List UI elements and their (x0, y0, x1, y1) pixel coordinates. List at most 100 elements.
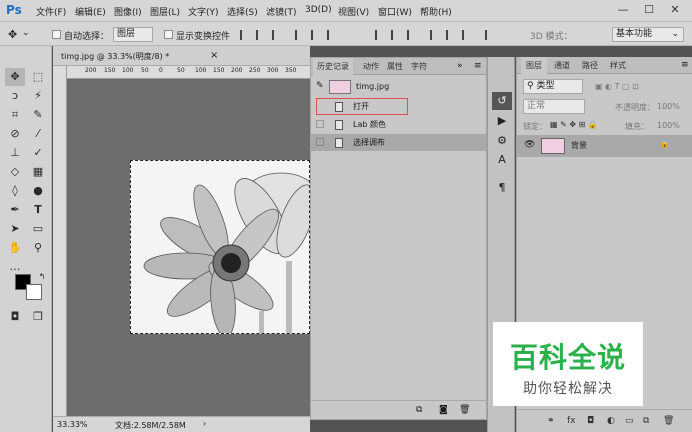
align-left-icon[interactable] (240, 30, 250, 40)
paragraph-dock-icon[interactable]: ¶ (492, 179, 512, 197)
lasso-tool-icon[interactable]: ↄ (5, 87, 25, 105)
new-layer-icon[interactable]: ⧉ (643, 416, 649, 426)
menu-view[interactable]: 视图(V) (338, 5, 369, 18)
restore-button[interactable]: ☐ (638, 2, 660, 18)
auto-select-dropdown[interactable]: 图层 (113, 27, 153, 42)
collapse-icon[interactable]: » (457, 61, 463, 71)
type-tool-icon[interactable]: T (28, 201, 48, 219)
crop-tool-icon[interactable]: ⌗ (5, 106, 25, 124)
brush-tool-icon[interactable]: ⁄ (28, 125, 48, 143)
magic-wand-icon[interactable]: ⚡ (28, 87, 48, 105)
distribute-bottom-icon[interactable] (407, 30, 417, 40)
zoom-level[interactable]: 33.33% (57, 420, 88, 429)
group-icon[interactable]: ▭ (625, 416, 634, 426)
workspace-dropdown[interactable]: 基本功能 ⌄ (612, 27, 684, 42)
menu-image[interactable]: 图像(I) (114, 5, 142, 18)
lock-icons[interactable]: ▦ ✎ ✥ ⊞ 🔒 (550, 120, 598, 129)
marquee-tool-icon[interactable]: ⬚ (28, 68, 48, 86)
character-dock-icon[interactable]: A (492, 151, 512, 169)
chevron-down-icon[interactable]: ⌄ (22, 28, 30, 38)
history-snapshot[interactable]: ✎ timg.jpg (311, 77, 486, 97)
path-selection-icon[interactable]: ➤ (5, 220, 25, 238)
tab-character[interactable]: 字符 (407, 58, 431, 75)
menu-type[interactable]: 文字(Y) (188, 5, 219, 18)
minimize-button[interactable]: — (612, 2, 634, 18)
trash-icon[interactable]: 🗑 (459, 405, 470, 415)
tab-layers[interactable]: 图层 (521, 57, 547, 74)
menu-edit[interactable]: 编辑(E) (75, 5, 106, 18)
fill-value[interactable]: 100% (657, 121, 680, 130)
distribute-left-icon[interactable] (430, 30, 440, 40)
auto-align-icon[interactable] (485, 30, 495, 40)
align-bottom-icon[interactable] (327, 30, 337, 40)
healing-brush-icon[interactable]: ⊘ (5, 125, 25, 143)
blend-mode-dropdown[interactable]: 正常 (523, 99, 585, 114)
eraser-tool-icon[interactable]: ◇ (5, 163, 25, 181)
history-row[interactable]: Lab 颜色 (311, 116, 486, 133)
menu-help[interactable]: 帮助(H) (420, 5, 452, 18)
close-icon[interactable]: × (210, 50, 218, 61)
distribute-middle-icon[interactable] (391, 30, 401, 40)
dodge-tool-icon[interactable]: ● (28, 182, 48, 200)
menu-select[interactable]: 选择(S) (227, 5, 258, 18)
history-checkbox[interactable] (316, 120, 324, 128)
mask-icon[interactable]: ◘ (587, 416, 594, 426)
zoom-tool-icon[interactable]: ⚲ (28, 239, 48, 257)
trash-icon[interactable]: 🗑 (663, 416, 674, 426)
fx-icon[interactable]: fx (567, 416, 576, 426)
properties-dock-icon[interactable]: ⚙ (492, 132, 512, 150)
pen-tool-icon[interactable]: ✒ (5, 201, 25, 219)
layer-filter-dropdown[interactable]: ⚲ 类型 (523, 79, 583, 94)
tab-actions[interactable]: 动作 (359, 58, 383, 75)
chevron-right-icon[interactable]: › (203, 419, 206, 428)
align-center-icon[interactable] (256, 30, 266, 40)
swap-colors-icon[interactable]: ↰ (32, 268, 52, 286)
history-row[interactable]: 打开 (311, 98, 486, 115)
rectangle-tool-icon[interactable]: ▭ (28, 220, 48, 238)
adjustment-icon[interactable]: ◐ (607, 416, 615, 426)
auto-select-checkbox[interactable] (52, 30, 61, 39)
document-image[interactable] (130, 160, 310, 334)
close-button[interactable]: ✕ (664, 2, 686, 18)
tab-paths[interactable]: 路径 (577, 57, 603, 74)
align-top-icon[interactable] (295, 30, 305, 40)
tab-styles[interactable]: 样式 (605, 57, 631, 74)
clone-stamp-icon[interactable]: ⊥ (5, 144, 25, 162)
tab-history[interactable]: 历史记录 (313, 58, 353, 75)
eye-icon[interactable]: 👁 (524, 140, 535, 150)
align-right-icon[interactable] (272, 30, 282, 40)
menu-layer[interactable]: 图层(L) (150, 5, 180, 18)
link-icon[interactable]: ⚭ (547, 416, 555, 426)
move-tool-icon[interactable]: ✥ (5, 68, 25, 86)
eyedropper-tool-icon[interactable]: ✎ (28, 106, 48, 124)
hand-tool-icon[interactable]: ✋ (5, 239, 25, 257)
distribute-right-icon[interactable] (462, 30, 472, 40)
menu-window[interactable]: 窗口(W) (378, 5, 412, 18)
filter-icons[interactable]: ▣ ◐ T ▢ ⊡ (595, 82, 639, 91)
blur-tool-icon[interactable]: ◊ (5, 182, 25, 200)
camera-icon[interactable]: ◙ (439, 405, 448, 415)
menu-3d[interactable]: 3D(D) (305, 5, 332, 15)
tab-channels[interactable]: 通道 (549, 57, 575, 74)
distribute-center-icon[interactable] (446, 30, 456, 40)
distribute-top-icon[interactable] (375, 30, 385, 40)
panel-menu-icon[interactable]: ≡ (681, 60, 689, 70)
menu-file[interactable]: 文件(F) (36, 5, 66, 18)
history-brush-icon[interactable]: ✓ (28, 144, 48, 162)
history-checkbox[interactable] (316, 138, 324, 146)
layer-row[interactable]: 👁 背景 🔒 (517, 135, 692, 157)
menu-filter[interactable]: 滤镜(T) (266, 5, 297, 18)
gradient-tool-icon[interactable]: ▦ (28, 163, 48, 181)
actions-dock-icon[interactable]: ▶ (492, 112, 512, 130)
show-transform-checkbox[interactable] (164, 30, 173, 39)
move-tool-icon[interactable]: ✥ (8, 28, 17, 41)
opacity-value[interactable]: 100% (657, 102, 680, 111)
tab-properties[interactable]: 属性 (383, 58, 407, 75)
screen-mode-icon[interactable]: ❐ (28, 308, 48, 326)
align-middle-icon[interactable] (311, 30, 321, 40)
history-row[interactable]: 选择调布 (311, 134, 486, 151)
new-document-from-state-icon[interactable]: ⧉ (416, 405, 422, 415)
document-tab[interactable]: timg.jpg @ 33.3%(明度/8) * × (53, 46, 310, 66)
quick-mask-icon[interactable]: ◘ (5, 308, 25, 326)
panel-menu-icon[interactable]: ≡ (474, 61, 482, 71)
